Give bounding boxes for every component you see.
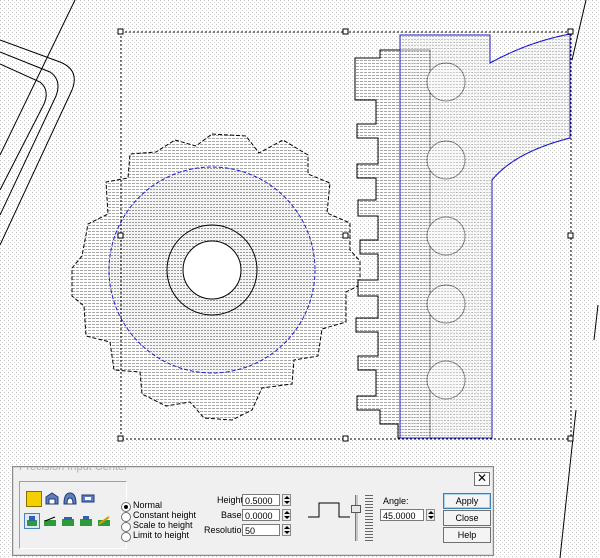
mode-scale-to-height-label: Scale to height — [133, 520, 193, 530]
height-input[interactable]: 0.5000 — [242, 494, 280, 506]
base-input[interactable]: 0.0000 — [242, 509, 280, 521]
carve-tool-a-icon[interactable] — [24, 513, 40, 529]
panel-close-icon[interactable]: ✕ — [474, 472, 490, 486]
yellow-square-icon[interactable] — [26, 491, 42, 507]
base-label: Base: — [221, 510, 245, 520]
carve-tool-e-icon[interactable] — [97, 514, 111, 528]
precision-input-center-panel: Precision Input Center ✕ Normal Constant… — [12, 466, 494, 556]
mode-constant-height-radio[interactable] — [121, 512, 131, 522]
dome-bevel-icon[interactable] — [45, 491, 59, 505]
mode-limit-to-height-radio[interactable] — [121, 532, 131, 542]
close-button[interactable]: Close — [443, 510, 491, 526]
height-spinner[interactable] — [282, 494, 291, 506]
flat-bar-icon[interactable] — [81, 491, 95, 505]
resolution-input[interactable]: 50 — [242, 524, 280, 536]
mode-limit-to-height-label: Limit to height — [133, 530, 190, 540]
carve-tool-d-icon[interactable] — [79, 514, 93, 528]
apply-button[interactable]: Apply — [443, 493, 491, 509]
angle-slider-thumb[interactable] — [351, 505, 361, 513]
mode-normal-radio[interactable] — [121, 502, 131, 512]
angle-slider-ticks — [365, 495, 373, 541]
help-button[interactable]: Help — [443, 527, 491, 543]
angle-slider-track[interactable] — [355, 495, 358, 541]
profile-preview-icon — [308, 502, 350, 518]
base-spinner[interactable] — [282, 509, 291, 521]
mode-scale-to-height-radio[interactable] — [121, 522, 131, 532]
angle-input[interactable]: 45.0000 — [380, 509, 424, 521]
carve-tool-b-icon[interactable] — [43, 514, 57, 528]
mode-constant-height-label: Constant height — [133, 510, 197, 520]
carve-tool-c-icon[interactable] — [61, 514, 75, 528]
dome-icon[interactable] — [63, 491, 77, 505]
mode-normal-label: Normal — [133, 500, 163, 510]
resolution-spinner[interactable] — [282, 524, 291, 536]
angle-spinner[interactable] — [426, 509, 435, 521]
angle-label: Angle: — [383, 496, 409, 506]
gear-hub-inner — [182, 240, 242, 300]
